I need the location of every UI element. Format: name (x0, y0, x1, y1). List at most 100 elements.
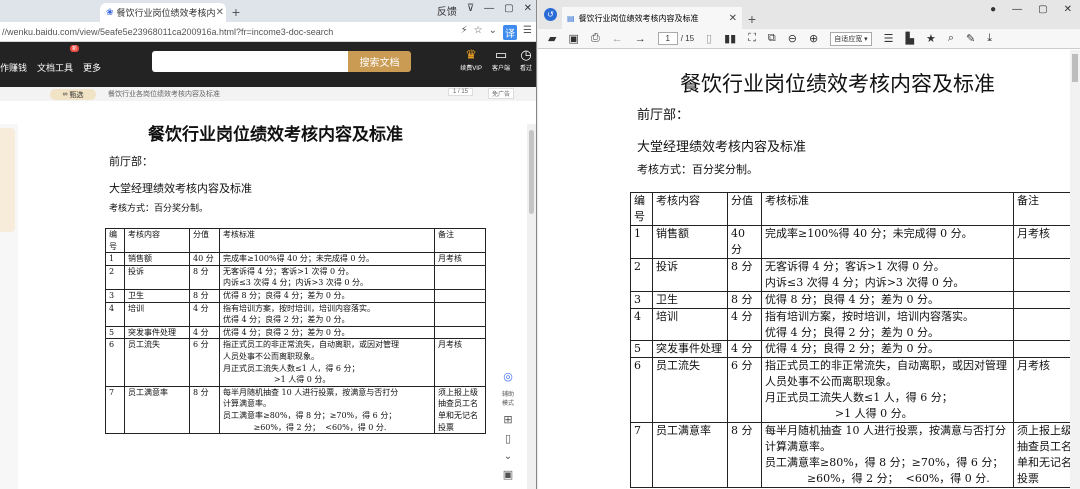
arrow-right-icon[interactable]: → (635, 33, 646, 45)
criteria-line: >1 人得 0 分。 (765, 407, 913, 421)
nav-earn[interactable]: 作赚钱 (0, 61, 27, 74)
new-tab-button[interactable]: + (742, 10, 762, 29)
page-scrollbar[interactable] (527, 124, 536, 489)
open-folder-icon[interactable]: ▰ (548, 32, 556, 45)
row-number: 5 (634, 342, 641, 356)
scroll-thumb[interactable] (1072, 54, 1078, 82)
sidebar-card[interactable] (0, 128, 15, 232)
zoom-in-icon[interactable]: ⊕ (809, 32, 818, 45)
star-icon[interactable]: ★ (926, 32, 936, 45)
phone-icon[interactable]: ▯ (505, 432, 511, 445)
curated-pill[interactable]: ∞ 甄选 (50, 89, 96, 100)
cell-score: 8 分 (727, 290, 762, 309)
download-icon[interactable]: ⤓ (987, 32, 992, 45)
minimize-button[interactable]: — (1012, 4, 1022, 15)
ad-free-button[interactable]: 免广告 (488, 88, 515, 99)
cell-item: 投诉 (124, 264, 190, 290)
cell-item: 员工流失 (652, 357, 728, 424)
cell-score: 8 分 (727, 422, 762, 488)
table-row: 2 投诉 8 分无客诉得 4 分；客诉>1 次得 0 分。 内诉≤3 次得 4 分；内… (630, 257, 1080, 292)
assist-mode-label[interactable]: 辅助模式 (501, 389, 515, 407)
chevron-down-icon[interactable]: ⌄ (504, 451, 512, 462)
search-input[interactable] (152, 51, 348, 72)
gift-icon[interactable]: ⊞ (503, 413, 512, 426)
close-button[interactable]: ✕ (524, 3, 532, 18)
criteria-line: 员工满意率≥80%，得 8 分；≥70%，得 6 分； (223, 410, 397, 420)
criteria-line: 无客诉得 4 分；客诉>1 次得 0 分。 (765, 259, 945, 273)
chevron-down-icon[interactable]: ⌄ (489, 25, 497, 40)
cell-note (434, 288, 486, 303)
pdf-tab[interactable]: ▤ 餐饮行业岗位绩效考核内容及标准 ✕ (562, 7, 742, 29)
doc-title: 餐饮行业岗位绩效考核内容及标准 (680, 72, 995, 96)
url-text[interactable]: //wenku.baidu.com/view/5eafe5e23968011ca… (2, 27, 333, 37)
row-note: 须上报上级抽查员工名单和无记名投票 (438, 387, 478, 432)
cell-criteria: 指有培训方案，按时培训，培训内容落实。 优得 4 分；良得 2 分；差为 0 分。 (219, 301, 435, 327)
close-button[interactable]: ✕ (1064, 4, 1072, 15)
row-number: 4 (634, 309, 641, 323)
row-note: 月考核 (1017, 359, 1050, 373)
feedback-button[interactable]: 反馈 (437, 3, 457, 18)
cell-score: 8 分 (189, 385, 220, 435)
client-button[interactable]: ▭ 客户端 (492, 48, 510, 73)
vip-shield-icon[interactable]: ⊽ (467, 3, 474, 18)
translate-icon[interactable]: 译 (503, 25, 518, 40)
search-icon[interactable]: ⌕ (948, 32, 954, 45)
zoom-out-icon[interactable]: ⊖ (788, 32, 797, 45)
tab-placeholder[interactable] (0, 3, 100, 22)
nav-doc-tools[interactable]: 文档工具 (37, 61, 73, 74)
close-icon[interactable]: ✕ (729, 13, 737, 24)
minimize-button[interactable]: — (484, 3, 494, 18)
save-icon[interactable]: ▣ (568, 32, 578, 45)
outline-icon[interactable]: ▙ (906, 32, 914, 45)
pdf-scrollbar[interactable] (1070, 50, 1080, 489)
cell-score: 40 分 (727, 224, 762, 259)
row-number: 6 (109, 340, 115, 350)
print-icon[interactable]: ⎙ (591, 32, 600, 45)
two-page-icon[interactable]: ▮▮ (724, 32, 736, 45)
page-number-input[interactable]: 1 (657, 32, 678, 45)
cell-item: 员工流失 (124, 338, 190, 387)
table-header-cell: 考核内容 (652, 192, 728, 226)
star-icon[interactable]: ☆ (474, 25, 483, 40)
list-icon[interactable]: ☰ (884, 32, 894, 45)
bookmark-icon[interactable]: ⧉ (768, 32, 776, 45)
nav-more[interactable]: 更多 (83, 61, 101, 74)
dot-icon[interactable]: ● (990, 4, 996, 15)
assist-mode-icon[interactable]: ◎ (503, 370, 513, 383)
new-badge: 新 (70, 45, 80, 52)
single-page-icon[interactable]: ▯ (706, 32, 712, 45)
row-score: 8 分 (193, 290, 209, 300)
cell-criteria: 完成率≥100%得 40 分；未完成得 0 分。 (219, 252, 435, 266)
browser-tab-active[interactable]: ❀ 餐饮行业岗位绩效考核内 ✕ (100, 3, 226, 22)
cell-note: 月考核 (434, 252, 486, 266)
row-item: 销售额 (656, 226, 689, 240)
breadcrumb[interactable]: 餐饮行业各岗位绩效考核内容及标准 (108, 89, 220, 99)
search-button[interactable]: 搜索文档 (348, 51, 411, 72)
menu-icon[interactable]: ☰ (523, 25, 532, 40)
assessment-table: 编号 考核内容 分值 考核标准 备注 1 销售额 40 分 完成率≥100%得 40 分；未完成… (630, 192, 1080, 488)
history-button[interactable]: ◷ 看过 (520, 48, 532, 73)
address-bar[interactable]: //wenku.baidu.com/view/5eafe5e23968011ca… (0, 22, 536, 42)
row-score: 40 分 (193, 254, 214, 264)
table-header-cell: 编号 (630, 192, 653, 226)
chat-icon[interactable]: ▣ (503, 468, 513, 481)
lightning-icon[interactable]: ⚡ (461, 25, 468, 40)
pen-icon[interactable]: ✎ (966, 32, 975, 45)
scroll-thumb[interactable] (529, 130, 534, 214)
page-indicator[interactable]: 1 / 15 (448, 88, 474, 96)
header-label: 分值 (193, 230, 209, 239)
maximize-button[interactable]: ▢ (504, 3, 513, 18)
fit-icon[interactable]: ⛶ (748, 32, 756, 45)
cell-no: 7 (105, 385, 125, 435)
row-score: 40 分 (731, 226, 745, 256)
arrow-left-icon[interactable]: ← (612, 33, 623, 45)
header-label: 考核标准 (223, 230, 255, 239)
new-tab-button[interactable]: + (226, 3, 246, 22)
maximize-button[interactable]: ▢ (1038, 4, 1047, 15)
criteria-line: 月正式员工流失人数≤1 人，得 6 分； (765, 391, 953, 405)
vip-button[interactable]: ♛ 续费VIP (460, 48, 482, 73)
criteria-line: 完成率≥100%得 40 分；未完成得 0 分。 (223, 254, 375, 264)
zoom-select[interactable]: 自适应宽 ▾ (830, 31, 872, 46)
close-icon[interactable]: ✕ (216, 7, 224, 18)
row-item: 投诉 (656, 259, 678, 273)
